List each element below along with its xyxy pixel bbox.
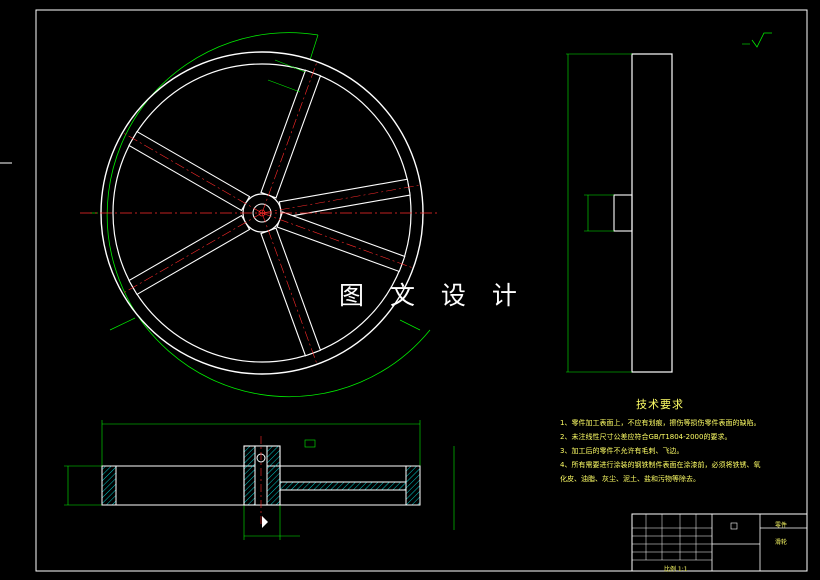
title-block-part-name: 滑轮: [775, 539, 788, 546]
rim-section-right: [405, 465, 421, 506]
tech-note-3: 3、加工后的零件不允许有毛刺、飞边。: [560, 447, 684, 455]
spoke-5: [128, 214, 251, 296]
title-block-label: 零件: [775, 522, 788, 529]
section-view: [64, 420, 455, 540]
spoke-centerline-6: [122, 132, 263, 214]
dim-leader-right: [399, 319, 421, 331]
datum-triangle: [262, 516, 268, 528]
spoke-6: [128, 130, 251, 212]
spoke-2: [278, 178, 411, 219]
side-hub-rect: [613, 194, 633, 232]
spoke-3: [276, 211, 406, 273]
tech-note-4-cont: 化皮、油脂、灰尘、泥土、盐和污物等除去。: [560, 475, 700, 483]
dim-leader-lower: [109, 317, 136, 331]
side-view: [566, 32, 772, 373]
rim-section-left: [101, 465, 117, 506]
spoke-width-dim: [267, 79, 301, 93]
datum-box: [304, 439, 316, 448]
spoke-1: [260, 69, 322, 199]
title-block-ratio: 比例 1:1: [664, 566, 688, 573]
spoke-centerline-2: [261, 184, 421, 214]
technical-requirements-title: 技术要求: [636, 398, 684, 411]
tb-small-square: [730, 522, 738, 530]
front-view-wheel: [80, 32, 440, 398]
roughness-symbol: [751, 32, 772, 48]
spoke-web-section: [279, 481, 407, 491]
tech-note-4: 4、所有需要进行涂装的钢铁制件表面在涂漆前，必须将铁锈、氧: [560, 461, 761, 469]
tech-note-2: 2、未注线性尺寸公差应符合GB/T1804-2000的要求。: [560, 433, 732, 441]
dim-leader-top: [309, 34, 319, 61]
watermark-text: 图 文 设 计: [339, 281, 526, 310]
spoke-width-dim-2: [274, 59, 306, 73]
spoke-4: [260, 227, 322, 357]
tech-note-1: 1、零件加工表面上，不应有划痕，擦伤等损伤零件表面的缺陷。: [560, 419, 761, 427]
side-rim-rect: [631, 53, 673, 373]
